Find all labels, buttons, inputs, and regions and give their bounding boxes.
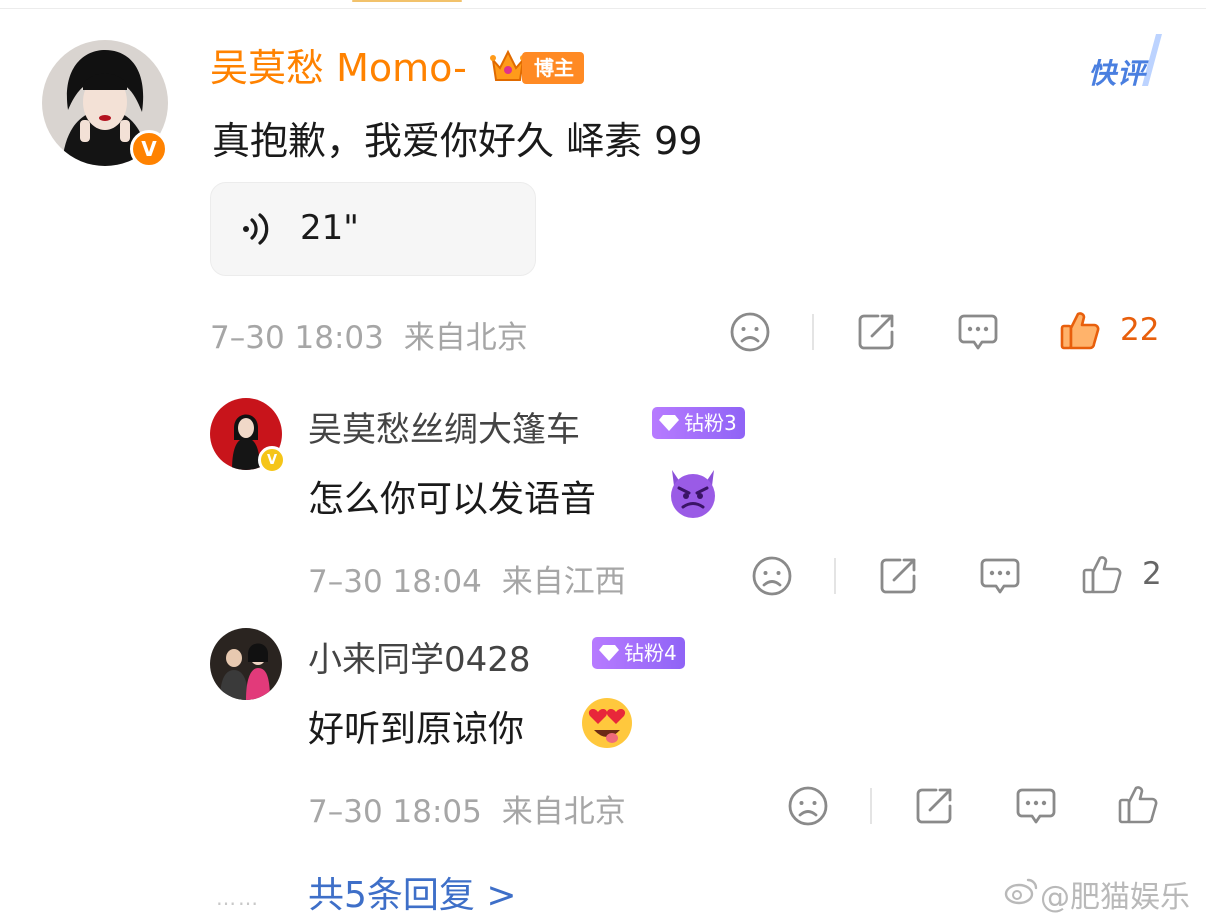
heart-eyes-emoji-icon [582, 698, 632, 748]
main-comment-text: 真抱歉，我爱你好久 峄素 99 [212, 119, 703, 163]
devil-emoji-icon [671, 470, 715, 518]
reply-author-name[interactable]: 小来同学0428 [308, 632, 531, 681]
reply-author-name[interactable]: 吴莫愁丝绸大篷车 [308, 402, 580, 451]
fan-level-badge: 钻粉4 [592, 637, 685, 669]
watermark: @肥猫娱乐 [1040, 880, 1190, 915]
weibo-logo-icon [1004, 878, 1038, 905]
voice-duration: 21" [300, 208, 359, 248]
voice-wave-icon [243, 213, 269, 245]
verified-badge: V [130, 130, 168, 168]
verified-badge: V [258, 446, 286, 474]
reply-author-avatar[interactable] [210, 628, 282, 700]
diamond-icon [659, 415, 679, 431]
reply-text: 好听到原谅你 [308, 700, 524, 752]
timestamp: 7–30 18:05 [308, 794, 482, 830]
main-author-name[interactable]: 吴莫愁 Momo- [210, 44, 467, 92]
location: 来自北京 [501, 794, 626, 830]
view-more-replies-link[interactable]: 共5条回复 > [308, 866, 517, 918]
location: 来自北京 [403, 320, 528, 356]
location: 来自江西 [501, 564, 626, 600]
action-divider [870, 788, 872, 824]
fan-badge-label: 钻粉4 [624, 641, 677, 665]
timestamp: 7–30 18:04 [308, 564, 482, 600]
like-icon[interactable] [1080, 552, 1124, 596]
reply-timestamp: 7–30 18:04 来自江西 [308, 556, 626, 601]
comment-icon[interactable] [1014, 784, 1058, 828]
reply-text: 怎么你可以发语音 [308, 470, 596, 522]
action-divider [834, 558, 836, 594]
like-count: 22 [1120, 312, 1160, 348]
action-divider [812, 314, 814, 350]
like-count: 2 [1142, 556, 1162, 592]
like-icon-active[interactable] [1058, 308, 1102, 352]
fan-level-badge: 钻粉3 [652, 407, 745, 439]
comment-icon[interactable] [978, 554, 1022, 598]
comment-icon[interactable] [956, 310, 1000, 354]
tab-indicator [352, 0, 462, 2]
timestamp: 7–30 18:03 [210, 320, 384, 356]
diamond-icon [599, 645, 619, 661]
main-timestamp: 7–30 18:03 来自北京 [210, 312, 528, 357]
top-divider [0, 8, 1206, 9]
reply-text-content: 怎么你可以发语音 [308, 479, 597, 520]
quick-review-button[interactable]: 快评 [1088, 52, 1146, 92]
crown-icon [490, 49, 526, 81]
owner-tag: 博主 [522, 52, 584, 84]
share-icon[interactable] [854, 310, 898, 354]
like-icon[interactable] [1116, 782, 1160, 826]
dislike-face-icon[interactable] [786, 784, 830, 828]
reply-timestamp: 7–30 18:05 来自北京 [308, 786, 626, 831]
fan-badge-label: 钻粉3 [684, 411, 737, 435]
dislike-face-icon[interactable] [750, 554, 794, 598]
more-dots: …… [216, 886, 260, 910]
share-icon[interactable] [876, 554, 920, 598]
dislike-face-icon[interactable] [728, 310, 772, 354]
reply-text-content: 好听到原谅你 [308, 709, 525, 750]
share-icon[interactable] [912, 784, 956, 828]
